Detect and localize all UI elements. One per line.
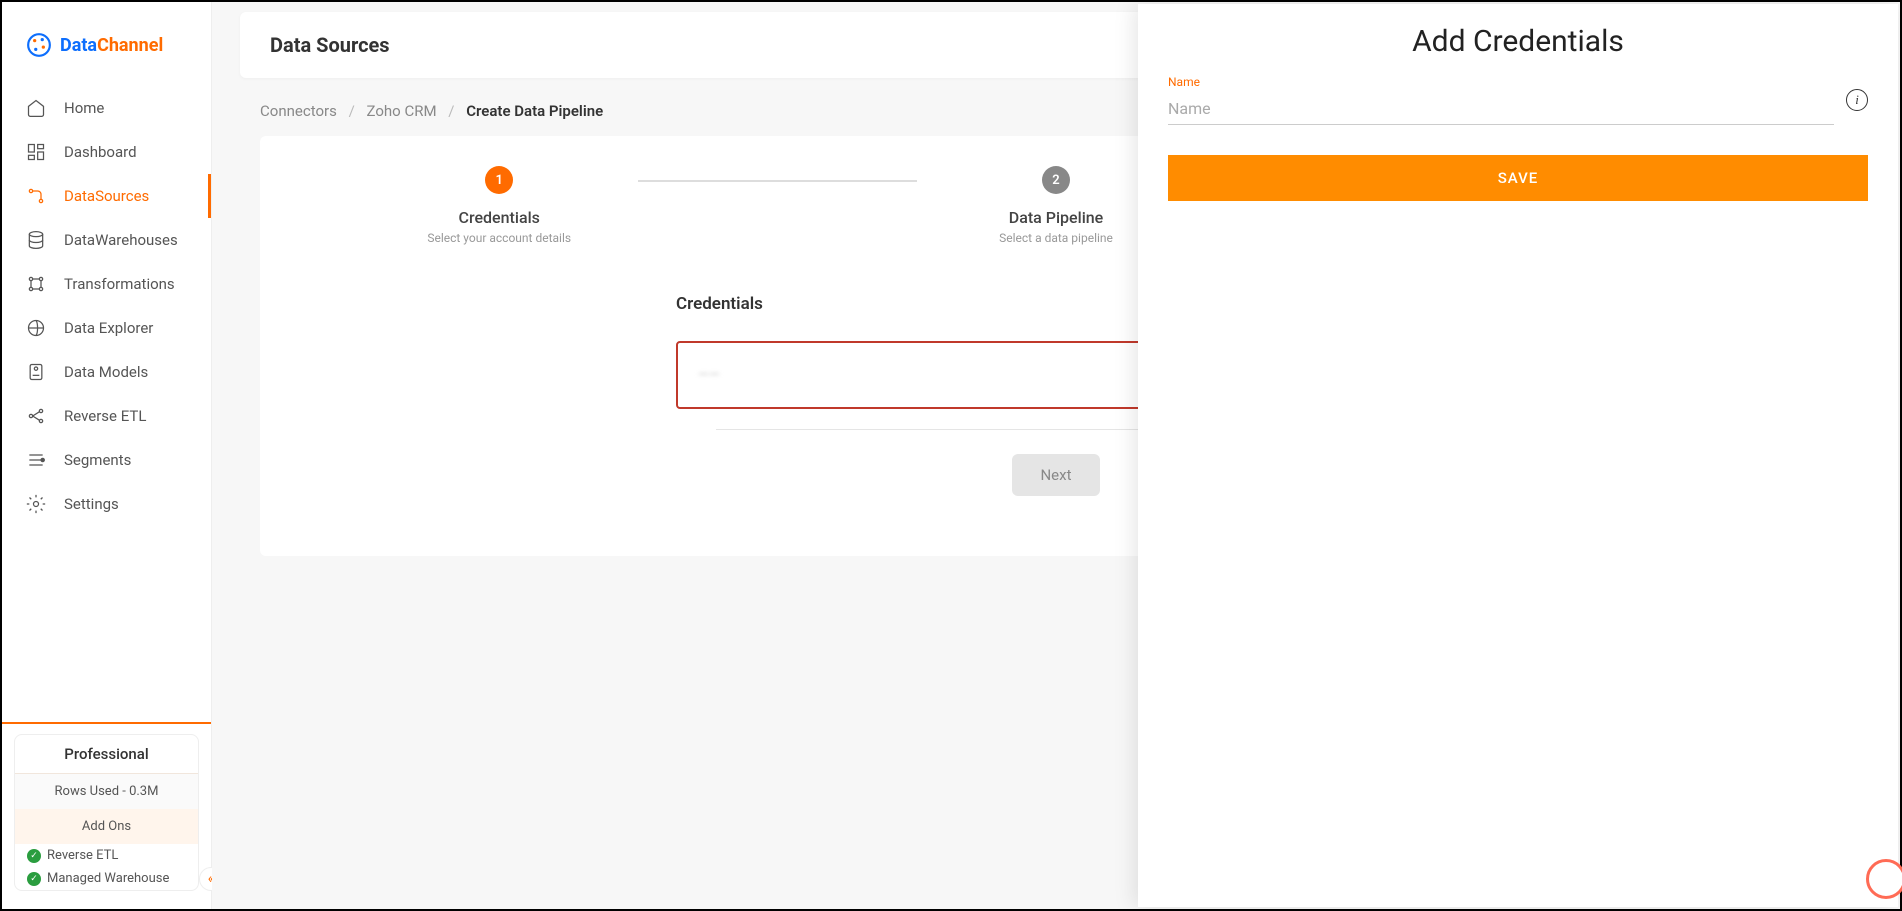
plan-addon-label: Reverse ETL bbox=[47, 848, 118, 863]
nav: Home Dashboard DataSources DataWarehouse… bbox=[2, 86, 211, 722]
logo-text: DataChannel bbox=[60, 35, 163, 56]
segments-icon bbox=[26, 450, 46, 470]
step-credentials[interactable]: 1 Credentials Select your account detail… bbox=[360, 166, 638, 245]
next-button[interactable]: Next bbox=[1012, 454, 1099, 496]
sidebar-item-segments[interactable]: Segments bbox=[12, 438, 201, 482]
sidebar-item-label: Dashboard bbox=[64, 143, 137, 161]
plan-addons-title: Add Ons bbox=[15, 809, 198, 844]
sidebar-item-settings[interactable]: Settings bbox=[12, 482, 201, 526]
sidebar-item-dataexplorer[interactable]: Data Explorer bbox=[12, 306, 201, 350]
logo-icon bbox=[26, 32, 52, 58]
sidebar: DataChannel Home Dashboard DataSources D… bbox=[2, 2, 212, 909]
credentials-title: Credentials bbox=[676, 294, 763, 314]
explorer-icon bbox=[26, 318, 46, 338]
breadcrumb-item[interactable]: Connectors bbox=[260, 102, 337, 120]
plan-addon-item: ✓ Reverse ETL bbox=[15, 844, 198, 867]
sidebar-item-label: Data Models bbox=[64, 363, 148, 381]
database-icon bbox=[26, 230, 46, 250]
home-icon bbox=[26, 98, 46, 118]
save-button[interactable]: SAVE bbox=[1168, 155, 1868, 201]
step-subtitle: Select a data pipeline bbox=[999, 231, 1113, 245]
name-field-row: Name i bbox=[1168, 75, 1868, 125]
reverse-etl-icon bbox=[26, 406, 46, 426]
plan-addon-item: ✓ Managed Warehouse bbox=[15, 867, 198, 890]
panel-title: Add Credentials bbox=[1168, 24, 1868, 59]
breadcrumb-sep: / bbox=[341, 102, 363, 120]
credential-name: —— bbox=[698, 367, 720, 383]
sidebar-item-label: Home bbox=[64, 99, 104, 117]
name-input[interactable] bbox=[1168, 93, 1834, 125]
plan-title: Professional bbox=[15, 735, 198, 774]
sidebar-item-datamodels[interactable]: Data Models bbox=[12, 350, 201, 394]
breadcrumb-item[interactable]: Zoho CRM bbox=[367, 102, 437, 120]
gear-icon bbox=[26, 494, 46, 514]
sidebar-item-label: Reverse ETL bbox=[64, 407, 146, 425]
datasources-icon bbox=[26, 186, 46, 206]
sidebar-item-label: Segments bbox=[64, 451, 131, 469]
page-title: Data Sources bbox=[270, 33, 390, 57]
breadcrumb-current: Create Data Pipeline bbox=[466, 102, 603, 120]
sidebar-item-datawarehouses[interactable]: DataWarehouses bbox=[12, 218, 201, 262]
step-title: Data Pipeline bbox=[1009, 208, 1103, 227]
plan-addon-label: Managed Warehouse bbox=[47, 871, 169, 886]
transformations-icon bbox=[26, 274, 46, 294]
dashboard-icon bbox=[26, 142, 46, 162]
sidebar-item-home[interactable]: Home bbox=[12, 86, 201, 130]
sidebar-item-label: DataWarehouses bbox=[64, 231, 178, 249]
sidebar-item-reverseetl[interactable]: Reverse ETL bbox=[12, 394, 201, 438]
logo[interactable]: DataChannel bbox=[2, 2, 211, 86]
step-title: Credentials bbox=[459, 208, 540, 227]
plan-rows-used: Rows Used - 0.3M bbox=[15, 774, 198, 809]
info-icon[interactable]: i bbox=[1846, 89, 1868, 111]
step-subtitle: Select your account details bbox=[427, 231, 571, 245]
add-credentials-panel: Add Credentials Name i SAVE bbox=[1138, 4, 1898, 907]
breadcrumb-sep: / bbox=[440, 102, 462, 120]
sidebar-item-label: Settings bbox=[64, 495, 119, 513]
sidebar-item-label: Transformations bbox=[64, 275, 175, 293]
sidebar-item-transformations[interactable]: Transformations bbox=[12, 262, 201, 306]
check-icon: ✓ bbox=[27, 872, 41, 886]
step-number: 2 bbox=[1042, 166, 1070, 194]
step-number: 1 bbox=[485, 166, 513, 194]
chat-bubble-icon[interactable] bbox=[1866, 859, 1902, 899]
check-icon: ✓ bbox=[27, 849, 41, 863]
sidebar-item-label: DataSources bbox=[64, 187, 149, 205]
models-icon bbox=[26, 362, 46, 382]
sidebar-item-datasources[interactable]: DataSources bbox=[12, 174, 201, 218]
sidebar-item-dashboard[interactable]: Dashboard bbox=[12, 130, 201, 174]
sidebar-item-label: Data Explorer bbox=[64, 319, 153, 337]
step-connector bbox=[638, 180, 916, 182]
name-field: Name bbox=[1168, 75, 1834, 125]
name-label: Name bbox=[1168, 75, 1834, 89]
plan-box: Professional Rows Used - 0.3M Add Ons ✓ … bbox=[14, 734, 199, 891]
